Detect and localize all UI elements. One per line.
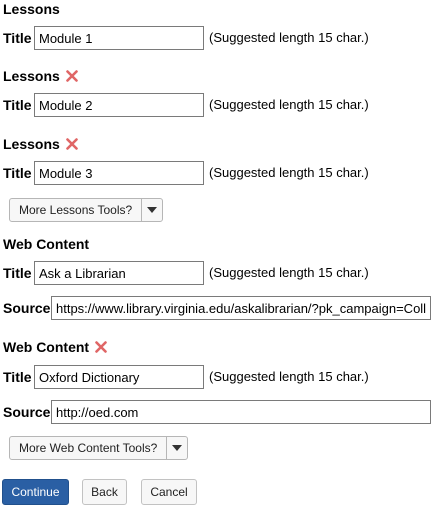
caret-down-icon[interactable] xyxy=(142,199,162,221)
more-web-content-tools-label: More Web Content Tools? xyxy=(19,441,158,455)
back-button[interactable]: Back xyxy=(82,479,127,505)
lesson-3-title-hint: (Suggested length 15 char.) xyxy=(209,165,369,180)
web-content-2-title-input[interactable] xyxy=(34,365,204,389)
lesson-1-heading-text: Lessons xyxy=(3,1,60,17)
web-content-1-heading-text: Web Content xyxy=(3,236,90,252)
caret-down-icon[interactable] xyxy=(167,437,187,459)
remove-x-icon[interactable] xyxy=(95,341,107,353)
web-content-1-title-hint: (Suggested length 15 char.) xyxy=(209,265,369,280)
lesson-3-heading-text: Lessons xyxy=(3,136,60,152)
remove-x-icon[interactable] xyxy=(66,70,78,82)
continue-button[interactable]: Continue xyxy=(2,479,69,505)
web-content-1-title-input[interactable] xyxy=(34,261,204,285)
web-content-1-source-input[interactable] xyxy=(51,296,431,320)
lesson-1-heading: Lessons xyxy=(3,0,60,18)
cancel-button[interactable]: Cancel xyxy=(141,479,197,505)
web-content-2-heading: Web Content xyxy=(3,338,107,356)
web-content-2-source-label: Source xyxy=(3,404,51,420)
web-content-2-title-hint: (Suggested length 15 char.) xyxy=(209,369,369,384)
web-content-2-title-label: Title xyxy=(3,369,32,385)
lesson-1-title-hint: (Suggested length 15 char.) xyxy=(209,30,369,45)
lesson-3-title-input[interactable] xyxy=(34,161,204,185)
web-content-1-title-label: Title xyxy=(3,265,32,281)
remove-x-icon[interactable] xyxy=(66,138,78,150)
more-lessons-tools-button[interactable]: More Lessons Tools? xyxy=(9,198,164,222)
web-content-1-heading: Web Content xyxy=(3,235,89,253)
lesson-2-title-input[interactable] xyxy=(34,93,204,117)
web-content-1-source-label: Source xyxy=(3,300,51,316)
more-web-content-tools-button[interactable]: More Web Content Tools? xyxy=(9,436,189,460)
lesson-2-heading: Lessons xyxy=(3,67,78,85)
lesson-3-heading: Lessons xyxy=(3,135,78,153)
lesson-2-heading-text: Lessons xyxy=(3,68,60,84)
web-content-2-source-input[interactable] xyxy=(51,400,431,424)
lesson-3-title-label: Title xyxy=(3,165,32,181)
lesson-1-title-input[interactable] xyxy=(34,26,204,50)
more-lessons-tools-label: More Lessons Tools? xyxy=(19,203,133,217)
web-content-2-heading-text: Web Content xyxy=(3,339,90,355)
lesson-1-title-label: Title xyxy=(3,30,32,46)
lesson-2-title-label: Title xyxy=(3,97,32,113)
lesson-2-title-hint: (Suggested length 15 char.) xyxy=(209,97,369,112)
